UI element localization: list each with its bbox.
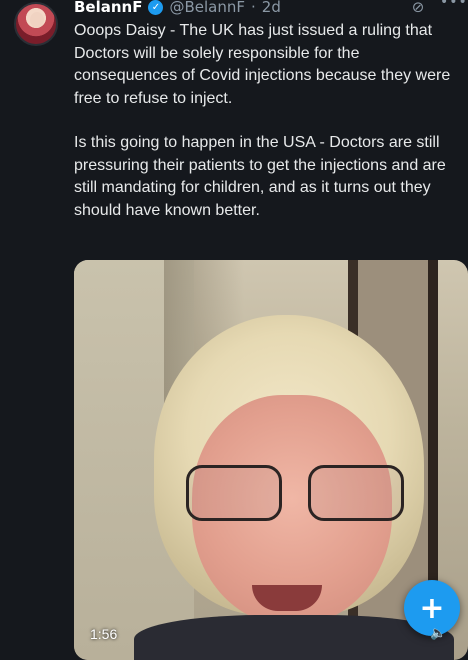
video-person-glasses (186, 465, 404, 525)
more-icon[interactable]: ••• (440, 0, 467, 12)
tweet-time[interactable]: 2d (262, 0, 281, 16)
volume-icon[interactable]: 🔈 (430, 626, 448, 641)
grok-icon[interactable]: ⊘ (408, 0, 428, 16)
tweet-paragraph-1: Ooops Daisy - The UK has just issued a r… (74, 22, 451, 107)
author-handle[interactable]: @BelannF (169, 0, 245, 16)
tweet-paragraph-2: Is this going to happen in the USA - Doc… (74, 134, 446, 219)
plus-icon: + (419, 590, 445, 626)
glasses-lens-right (308, 465, 404, 521)
author-name[interactable]: BelannF (74, 0, 142, 16)
glasses-lens-left (186, 465, 282, 521)
author-avatar[interactable] (14, 2, 58, 46)
tweet-text: Ooops Daisy - The UK has just issued a r… (74, 20, 464, 244)
header-separator: · (251, 0, 256, 16)
verified-badge-icon: ✓ (148, 0, 164, 15)
video-person-shirt (134, 615, 454, 660)
tweet-header: BelannF ✓ @BelannF · 2d (74, 0, 281, 18)
